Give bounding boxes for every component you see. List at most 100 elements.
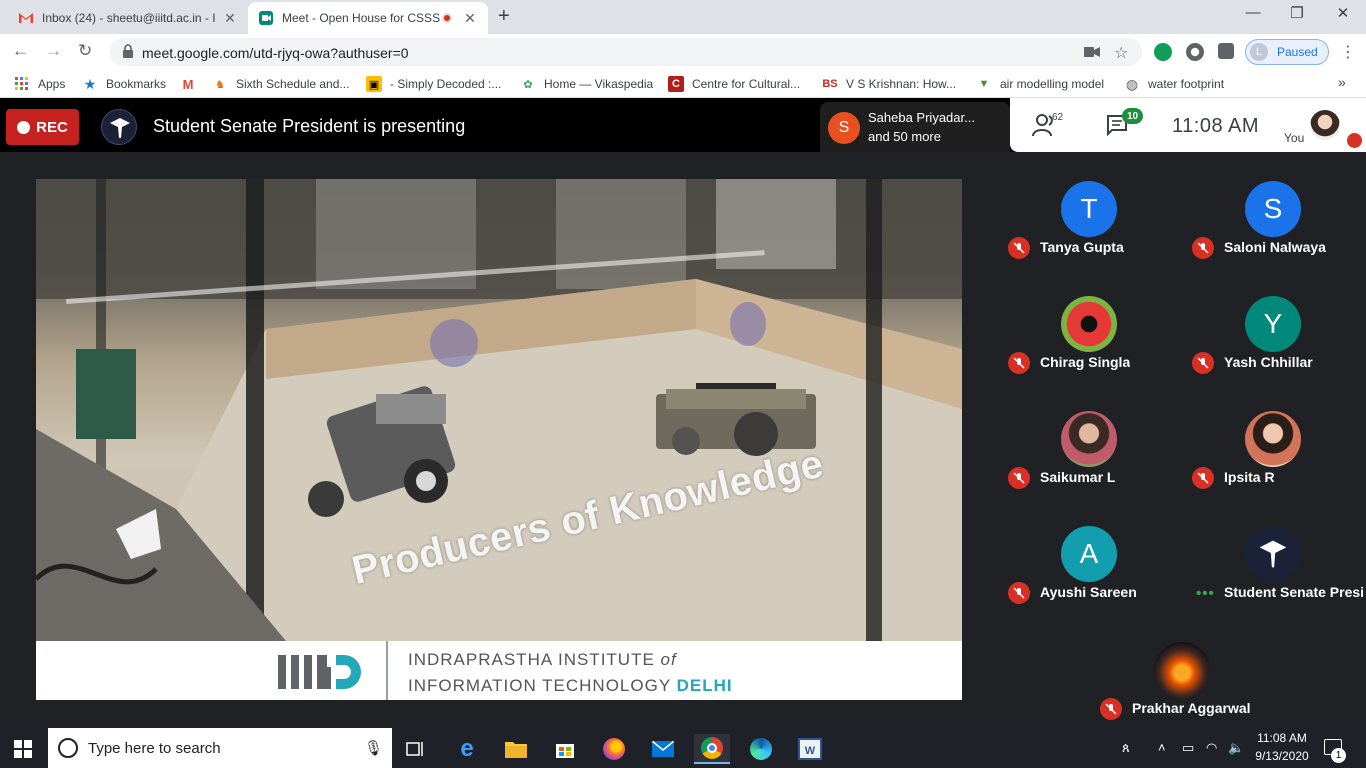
forward-arrow-icon[interactable]: →: [45, 41, 62, 61]
close-window-button[interactable]: ✕: [1320, 4, 1366, 22]
record-icon: [17, 120, 31, 134]
participant-tile[interactable]: A Ayushi Sareen: [998, 497, 1182, 612]
vikaspedia-icon: ✿: [523, 78, 533, 91]
recording-label: REC: [36, 118, 68, 136]
tab-google-meet[interactable]: Meet - Open House for CSSS ✕: [248, 2, 488, 34]
puzzle-extensions-icon[interactable]: [1218, 43, 1234, 59]
reload-icon[interactable]: ↻: [78, 41, 92, 61]
bookmark-water-footprint[interactable]: ◍ water footprint: [1124, 76, 1224, 92]
restore-button[interactable]: ❐: [1274, 4, 1320, 22]
active-speaker-chip[interactable]: S Saheba Priyadar... and 50 more: [820, 102, 1010, 152]
close-tab-icon[interactable]: ✕: [222, 10, 238, 27]
avatar: Y: [1245, 296, 1301, 352]
graduation-cap-icon: [110, 118, 130, 138]
mic-off-icon: [1008, 237, 1030, 259]
windows-taskbar: Type here to search 🎙 e W ጰ ˄ ▭ ◠ 🔈 11:0…: [0, 728, 1366, 768]
avatar: A: [1061, 526, 1117, 582]
presenter-avatar: [101, 109, 137, 145]
wifi-icon[interactable]: ◠: [1206, 740, 1217, 756]
participant-name: Prakhar Aggarwal: [1132, 700, 1251, 716]
more-menu-icon[interactable]: ⋮: [1340, 42, 1356, 62]
bookmark-simply-decoded[interactable]: ▣ - Simply Decoded :...: [366, 76, 501, 92]
star-icon: ★: [83, 75, 97, 92]
bookmark-vs-krishnan[interactable]: BS V S Krishnan: How...: [822, 76, 956, 92]
presentation-screen: Producers of Knowledge INDRAPRASTHA INST…: [36, 179, 962, 700]
lock-icon: [123, 44, 133, 58]
speaker-more: and 50 more: [868, 129, 941, 144]
people-tray-icon[interactable]: ጰ: [1122, 740, 1130, 756]
extension-icon[interactable]: [1186, 43, 1204, 61]
firefox-icon[interactable]: [596, 734, 632, 764]
banner-divider: [386, 641, 388, 700]
windows-start-icon[interactable]: [14, 740, 32, 758]
bookmark-label: V S Krishnan: How...: [846, 77, 957, 91]
speaking-indicator-icon: •••: [1196, 585, 1215, 602]
grammarly-extension-icon[interactable]: [1154, 43, 1172, 61]
participant-tile[interactable]: Chirag Singla: [998, 267, 1182, 382]
bookmark-label: air modelling model: [1000, 77, 1105, 91]
camera-icon[interactable]: [1084, 46, 1100, 58]
new-tab-button[interactable]: +: [498, 5, 510, 28]
apps-grid-icon: [14, 76, 30, 92]
meet-call-area: REC Student Senate President is presenti…: [0, 98, 1366, 728]
mic-off-icon: [1192, 237, 1214, 259]
star-icon[interactable]: ☆: [1114, 43, 1128, 63]
close-tab-icon[interactable]: ✕: [462, 10, 478, 27]
robot-arena-video: Producers of Knowledge: [36, 179, 962, 641]
task-view-icon[interactable]: [398, 734, 434, 764]
mail-icon[interactable]: [645, 734, 681, 764]
participant-tile[interactable]: Y Yash Chhillar: [1182, 267, 1366, 382]
taskbar-date[interactable]: 9/13/2020: [1251, 749, 1313, 763]
bookmark-sixth-schedule[interactable]: ♞ Sixth Schedule and...: [212, 76, 349, 92]
edge-legacy-icon[interactable]: e: [449, 734, 485, 764]
participant-name: Yash Chhillar: [1224, 354, 1313, 370]
avatar: [1154, 642, 1210, 698]
back-arrow-icon[interactable]: ←: [12, 41, 29, 61]
store-icon[interactable]: [547, 734, 583, 764]
participant-tile[interactable]: Prakhar Aggarwal: [1090, 612, 1274, 728]
minimize-button[interactable]: —: [1230, 4, 1276, 21]
bookmark-air-modelling[interactable]: ▼ air modelling model: [976, 76, 1105, 92]
bookmark-vikaspedia[interactable]: ✿ Home — Vikaspedia: [520, 76, 653, 92]
volume-icon[interactable]: 🔈: [1228, 740, 1244, 756]
mic-off-icon: [1008, 467, 1030, 489]
address-bar[interactable]: meet.google.com/utd-rjyq-owa?authuser=0 …: [110, 38, 1142, 66]
more-bookmarks-button[interactable]: »: [1338, 74, 1346, 90]
mic-off-icon: [1008, 352, 1030, 374]
bookmark-bookmarks[interactable]: ★ Bookmarks: [82, 76, 166, 92]
participant-tile[interactable]: S Saloni Nalwaya: [1182, 152, 1366, 267]
you-label: You: [1284, 131, 1305, 145]
participant-tile[interactable]: ••• Student Senate Presi...: [1182, 497, 1366, 612]
profile-button[interactable]: L Paused: [1245, 39, 1329, 65]
participant-tile[interactable]: Saikumar L: [998, 382, 1182, 497]
taskbar-search-box[interactable]: Type here to search 🎙: [48, 728, 392, 768]
battery-icon[interactable]: ▭: [1182, 740, 1194, 756]
edge-icon[interactable]: [743, 734, 779, 764]
mic-off-icon: [1192, 467, 1214, 489]
recording-button[interactable]: REC: [6, 109, 79, 145]
recording-indicator-icon: [442, 13, 452, 23]
participant-name: Saloni Nalwaya: [1224, 239, 1326, 255]
participant-tile[interactable]: T Tanya Gupta: [998, 152, 1182, 267]
microphone-icon[interactable]: 🎙: [364, 739, 383, 757]
chevron-up-icon[interactable]: ˄: [1158, 740, 1166, 755]
mic-off-icon: [1100, 698, 1122, 720]
self-avatar[interactable]: [1310, 110, 1340, 140]
participant-tile[interactable]: Ipsita R: [1182, 382, 1366, 497]
file-explorer-icon[interactable]: [498, 734, 534, 764]
bookmarks-bar: Apps ★ Bookmarks M ♞ Sixth Schedule and.…: [0, 70, 1366, 98]
taskbar-time[interactable]: 11:08 AM: [1256, 731, 1308, 745]
search-placeholder: Type here to search: [88, 740, 221, 757]
bookmark-gmail[interactable]: M: [180, 76, 204, 92]
participant-name: Ipsita R: [1224, 469, 1275, 485]
chrome-icon[interactable]: [694, 734, 730, 764]
participant-grid: T Tanya Gupta S Saloni Nalwaya Chirag Si…: [998, 152, 1366, 612]
bookmark-centre-cultural[interactable]: C Centre for Cultural...: [668, 76, 800, 92]
avatar: T: [1061, 181, 1117, 237]
meeting-clock: 11:08 AM: [1172, 115, 1260, 137]
tab-gmail-inbox[interactable]: Inbox (24) - sheetu@iiitd.ac.in - I ✕: [8, 2, 248, 34]
avatar: [1245, 411, 1301, 467]
word-icon[interactable]: W: [792, 734, 828, 764]
bookmark-label: Centre for Cultural...: [692, 77, 801, 91]
bookmark-apps[interactable]: Apps: [14, 76, 65, 92]
